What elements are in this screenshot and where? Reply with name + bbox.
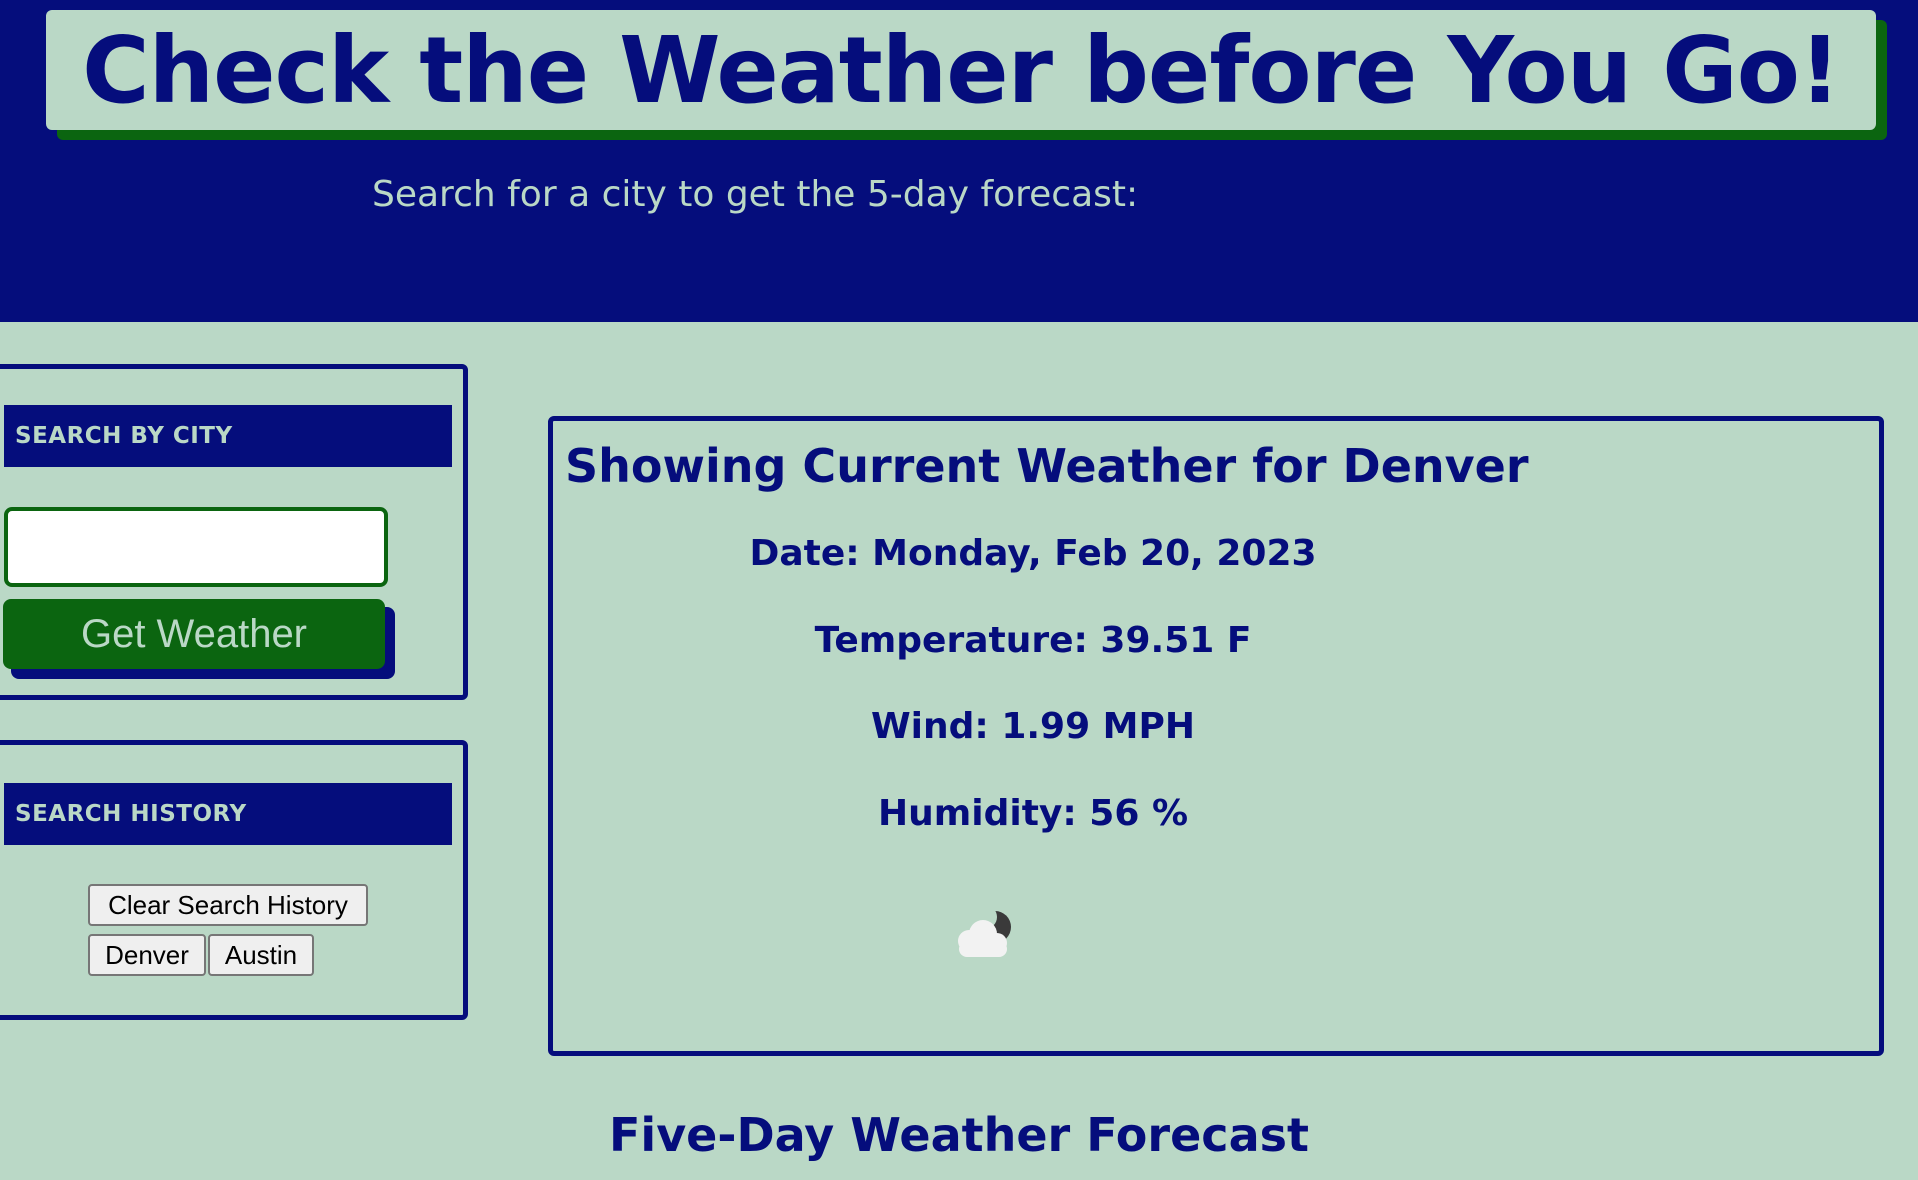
current-date: Date: Monday, Feb 20, 2023 — [749, 533, 1317, 574]
current-weather-title: Showing Current Weather for Denver — [565, 439, 1529, 493]
city-search-input[interactable] — [4, 507, 388, 587]
current-humidity: Humidity: 56 % — [877, 793, 1189, 834]
page-header: Check the Weather before You Go! Search … — [0, 0, 1918, 322]
current-weather-card: Showing Current Weather for Denver Date:… — [548, 416, 1884, 1056]
history-city-button-austin[interactable]: Austin — [208, 934, 314, 976]
five-day-forecast-title: Five-Day Weather Forecast — [609, 1108, 1309, 1162]
get-weather-button[interactable]: Get Weather — [3, 599, 385, 669]
search-panel: SEARCH BY CITY Get Weather — [0, 364, 468, 700]
history-city-button-denver[interactable]: Denver — [88, 934, 206, 976]
current-wind: Wind: 1.99 MPH — [870, 706, 1196, 747]
search-history-panel: SEARCH HISTORY Clear Search History Denv… — [0, 740, 468, 1020]
page-subtitle: Search for a city to get the 5-day forec… — [372, 174, 1139, 215]
page-title: Check the Weather before You Go! — [82, 16, 1841, 124]
clear-search-history-button[interactable]: Clear Search History — [88, 884, 368, 926]
search-panel-heading: SEARCH BY CITY — [4, 405, 452, 467]
partly-cloudy-night-icon — [958, 911, 1011, 957]
title-banner: Check the Weather before You Go! — [46, 10, 1876, 130]
search-history-heading: SEARCH HISTORY — [4, 783, 452, 845]
current-temperature: Temperature: 39.51 F — [814, 620, 1252, 661]
